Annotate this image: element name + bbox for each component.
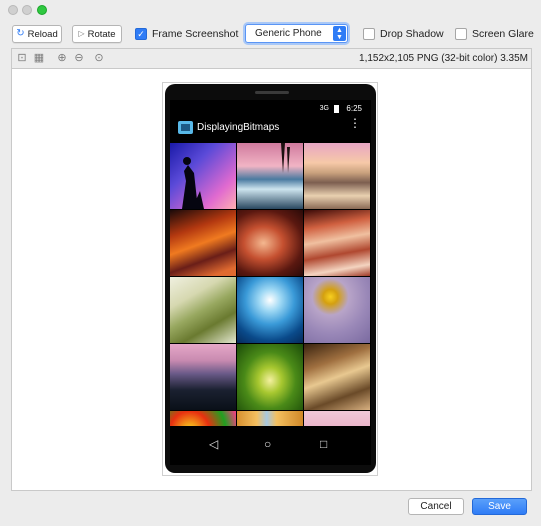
window-titlebar (0, 0, 541, 18)
zoom-out-icon[interactable]: ⊖ (73, 52, 85, 64)
cancel-button[interactable]: Cancel (408, 498, 464, 515)
drop-shadow-label: Drop Shadow (380, 28, 444, 40)
app-icon (178, 121, 193, 134)
image-toolbar: ⊡ ▦ ⊕ ⊖ ⊙ 1,152x2,105 PNG (32-bit color)… (11, 48, 532, 69)
gallery-tile-icy-lake-sunset[interactable] (237, 143, 303, 209)
home-icon[interactable]: ○ (264, 438, 271, 450)
status-bar: 3G 6:25 (170, 100, 371, 117)
gallery-tile-green-leaf-closeup[interactable] (170, 277, 236, 343)
app-title: DisplayingBitmaps (197, 122, 280, 133)
save-label: Save (488, 501, 511, 512)
battery-icon (334, 105, 339, 113)
status-time: 6:25 (346, 104, 362, 113)
fit-screen-icon[interactable]: ⊡ (16, 52, 28, 64)
image-info: 1,152x2,105 PNG (32-bit color) 3.35M (359, 53, 528, 64)
reload-button[interactable]: ↻ Reload (12, 25, 62, 43)
cancel-label: Cancel (420, 501, 452, 512)
screen-glare-label: Screen Glare (472, 28, 534, 40)
phone-screen: 3G 6:25 DisplayingBitmaps ⋮ ◁ ○ □ (170, 100, 371, 465)
tree-silhouette (281, 143, 290, 173)
chevron-updown-icon: ▲ ▼ (333, 26, 346, 41)
gallery-tile-yellow-flower[interactable] (304, 277, 370, 343)
zoom-in-icon[interactable]: ⊕ (56, 52, 68, 64)
app-action-bar: DisplayingBitmaps ⋮ (170, 117, 371, 140)
reload-label: Reload (27, 28, 58, 40)
device-select[interactable]: Generic Phone ▲ ▼ (245, 24, 348, 43)
signal-icon: 3G (319, 105, 329, 112)
checkmark-icon: ✓ (135, 28, 147, 40)
gallery-tile-chess-pieces[interactable] (304, 344, 370, 410)
back-icon[interactable]: ◁ (209, 438, 218, 450)
android-nav-bar: ◁ ○ □ (170, 426, 371, 465)
speaker-grille (255, 91, 289, 94)
device-select-value: Generic Phone (255, 28, 322, 39)
recents-icon[interactable]: □ (320, 438, 327, 450)
save-button[interactable]: Save (472, 498, 527, 515)
drop-shadow-box (363, 28, 375, 40)
actual-size-icon[interactable]: ▦ (33, 52, 45, 64)
gallery-tile-canyon-layers[interactable] (304, 210, 370, 276)
screen-glare-checkbox[interactable]: Screen Glare (455, 28, 534, 40)
frame-screenshot-checkbox[interactable]: ✓ Frame Screenshot (135, 28, 238, 40)
screen-glare-box (455, 28, 467, 40)
gallery-tile-silhouette-photographer[interactable] (170, 143, 236, 209)
rotate-button[interactable]: ▷ Rotate (72, 25, 122, 43)
drop-shadow-checkbox[interactable]: Drop Shadow (363, 28, 444, 40)
gallery-tile-canyon-orange[interactable] (170, 210, 236, 276)
rotate-icon: ▷ (78, 29, 85, 38)
gallery-tile-beach-sunset[interactable] (304, 143, 370, 209)
reload-icon: ↻ (16, 28, 25, 39)
zoom-window-button[interactable] (37, 5, 47, 15)
gallery-tile-caterpillar[interactable] (237, 344, 303, 410)
frame-screenshot-label: Frame Screenshot (152, 28, 239, 40)
gallery-tile-canyon-swirl[interactable] (237, 210, 303, 276)
overflow-menu-icon[interactable]: ⋮ (349, 117, 361, 129)
close-window-button[interactable] (8, 5, 18, 15)
minimize-window-button[interactable] (22, 5, 32, 15)
gallery-tile-lake-dusk[interactable] (170, 344, 236, 410)
photographer-silhouette (182, 157, 204, 209)
gallery-tile-blue-sky-wave[interactable] (237, 277, 303, 343)
rotate-label: Rotate (87, 28, 116, 40)
zoom-reset-icon[interactable]: ⊙ (93, 52, 105, 64)
phone-frame: 3G 6:25 DisplayingBitmaps ⋮ ◁ ○ □ (165, 84, 376, 473)
